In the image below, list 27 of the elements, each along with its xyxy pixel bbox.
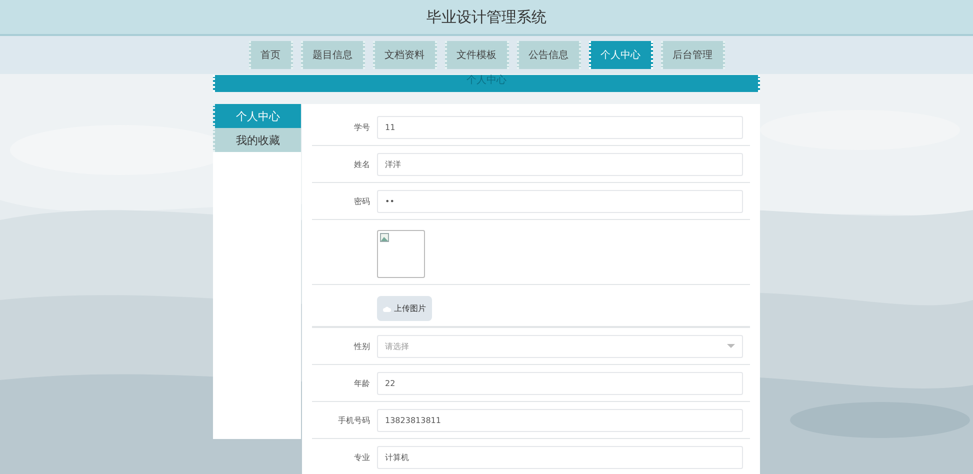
input-field[interactable]: 22 (377, 372, 743, 394)
input-field[interactable]: 13823813811 (377, 408, 743, 432)
input-field[interactable]: 11 (377, 116, 743, 138)
nav-tab[interactable]: 文件模板 (444, 41, 508, 69)
nav-tab[interactable]: 公告信息 (516, 41, 580, 69)
sidebar-item[interactable]: 我的收藏 (213, 128, 301, 152)
broken-image-icon (380, 233, 389, 242)
nav-tab[interactable]: 文档资料 (372, 41, 436, 69)
nav-tab[interactable]: 后台管理 (660, 41, 724, 69)
field-label: 姓名 (353, 158, 371, 170)
field-label: 密码 (353, 196, 371, 206)
upload-button[interactable]: 上传图片 (377, 296, 432, 321)
caret-icon (727, 344, 735, 348)
field-label: 年龄 (353, 378, 371, 388)
input-field[interactable]: 计算机 (377, 446, 743, 468)
nav-tab[interactable]: 个人中心 (588, 41, 652, 69)
nav-tab[interactable]: 题目信息 (300, 41, 364, 69)
field-label: 专业 (353, 452, 371, 462)
input-field[interactable]: 洋洋 (377, 152, 743, 176)
upload-icon (383, 306, 391, 312)
site-title: 毕业设计管理系统 (426, 8, 546, 26)
field-label: 性别 (352, 340, 371, 352)
field-label: 手机号码 (337, 414, 371, 426)
input-field[interactable]: •• (377, 190, 743, 212)
field-label: 学号 (353, 122, 371, 132)
sidebar-item[interactable]: 个人中心 (213, 104, 301, 128)
nav-tab[interactable]: 首页 (248, 41, 292, 69)
